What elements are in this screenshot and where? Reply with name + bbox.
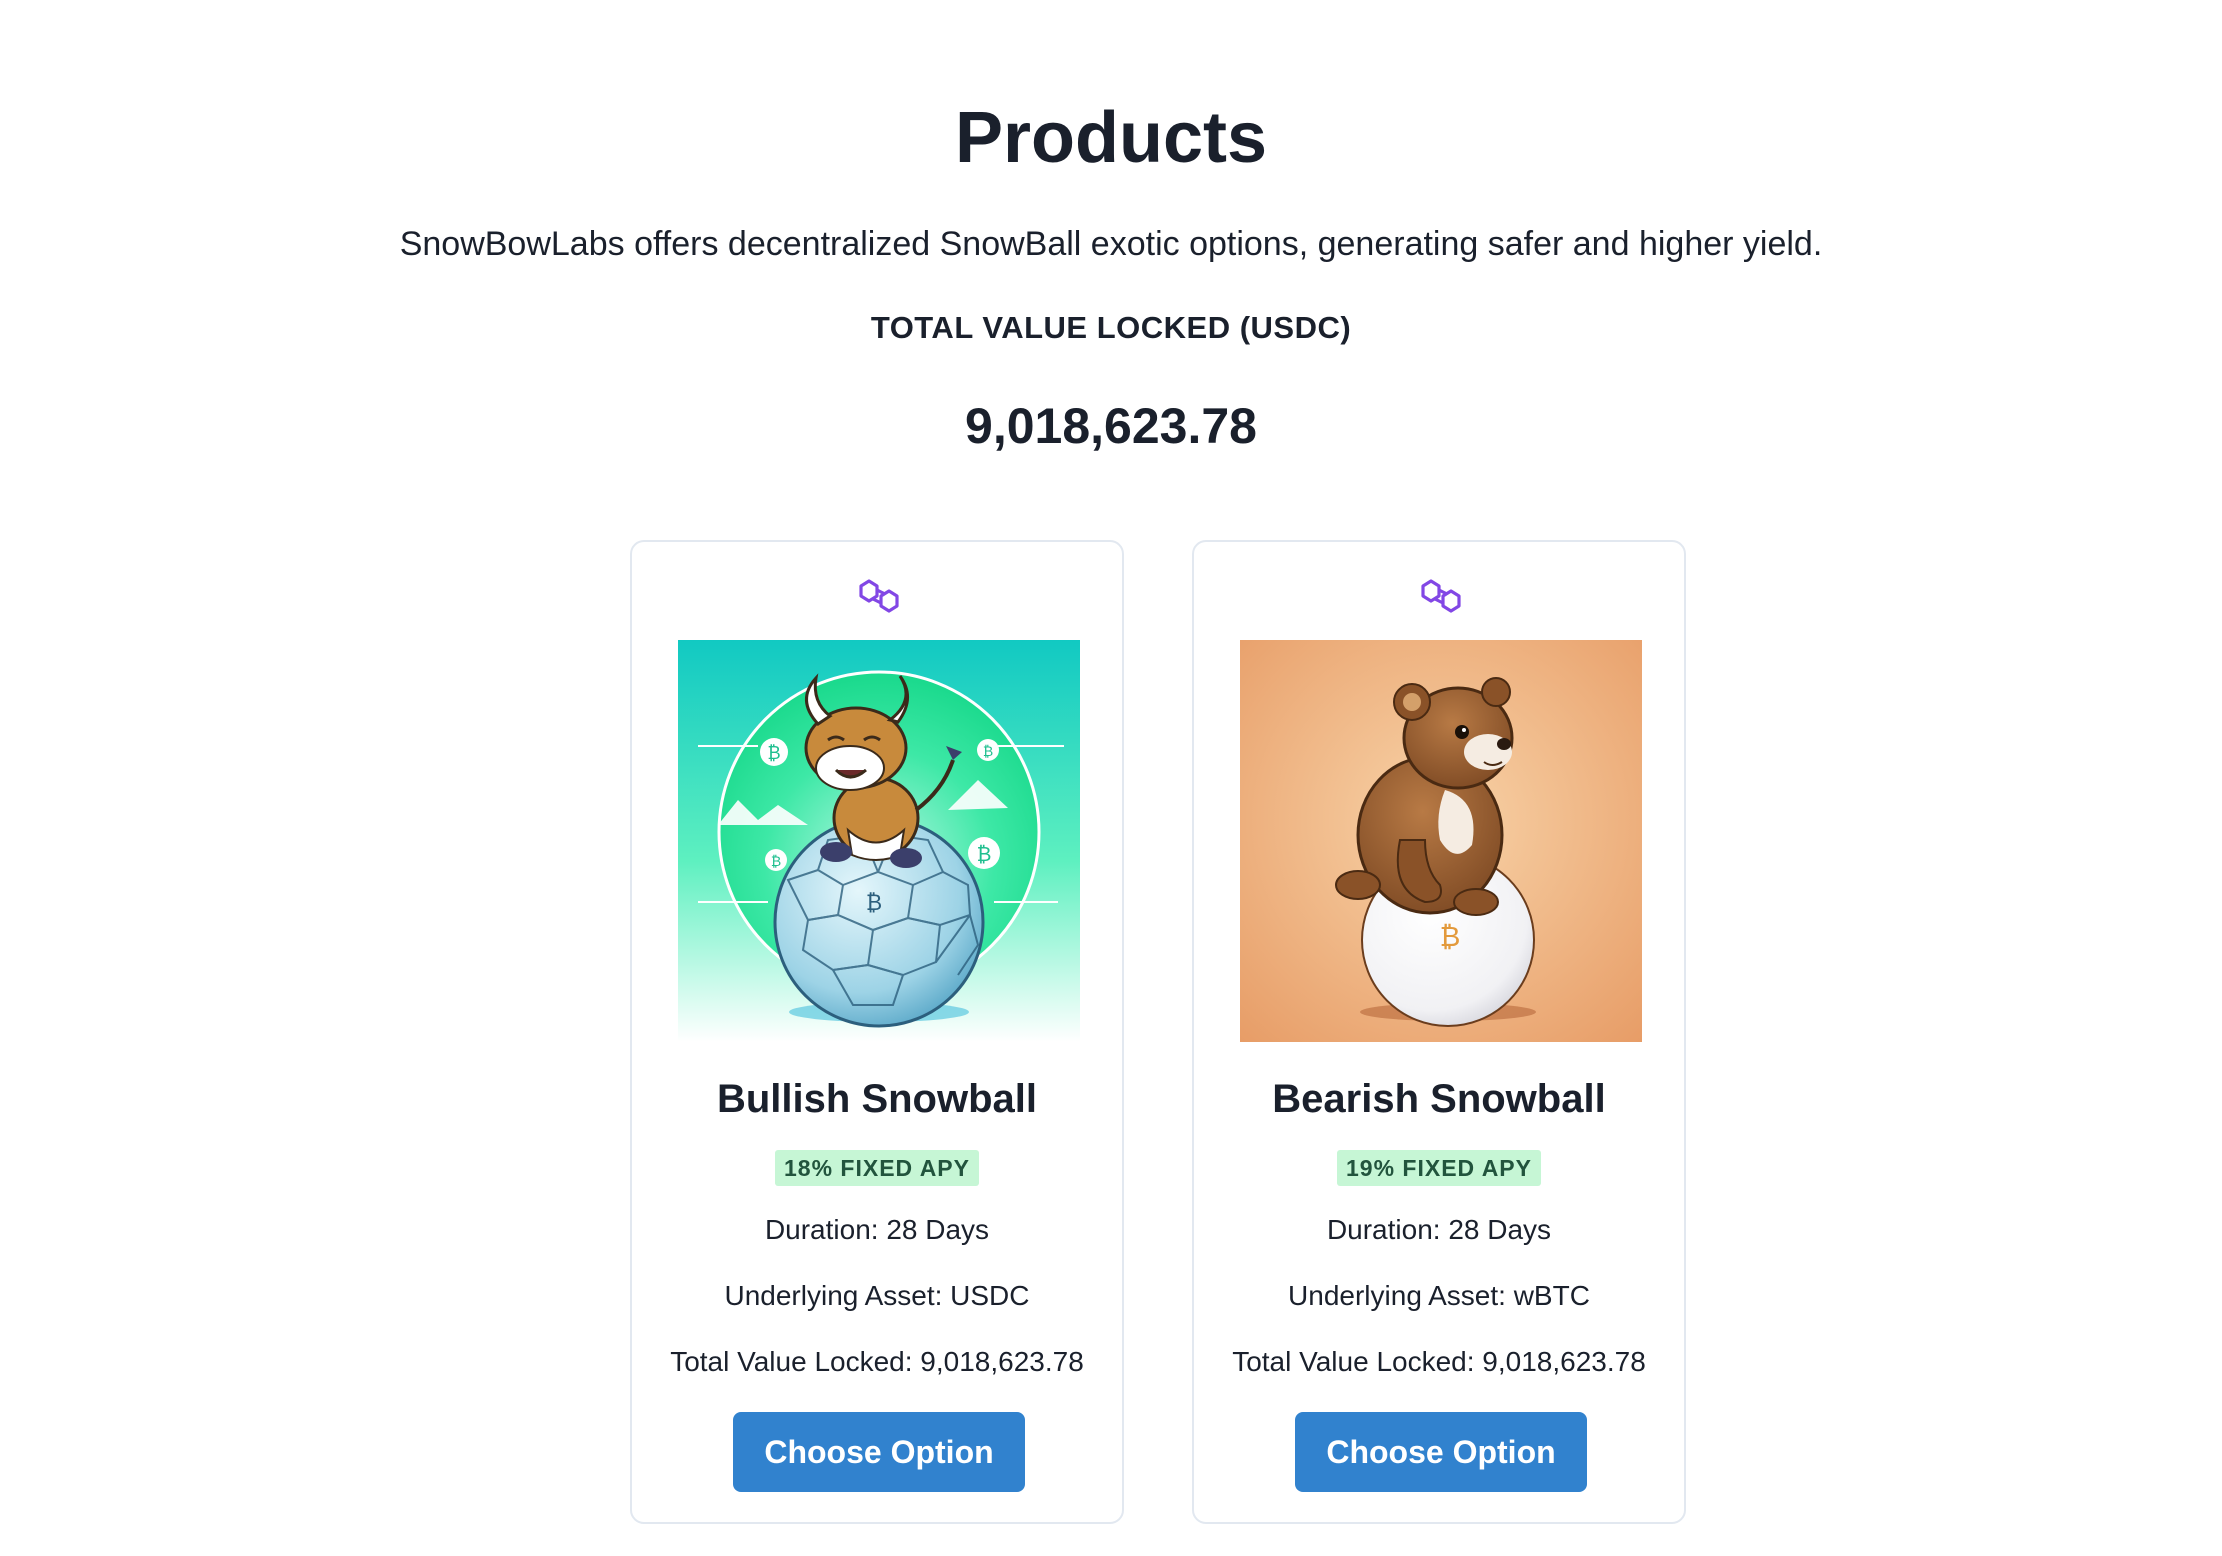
- products-header: Products SnowBowLabs offers decentralize…: [0, 0, 2222, 456]
- duration-text: Duration: 28 Days: [764, 1214, 990, 1245]
- page-title: Products: [954, 98, 1268, 178]
- svg-text:₿: ₿: [1440, 920, 1461, 953]
- apy-badge: 18% FIXED APY: [775, 1150, 979, 1186]
- apy-badge: 19% FIXED APY: [1337, 1150, 1541, 1186]
- product-cards: ₿ ₿ ₿ ₿ ₿ Bullish Snowball 18% FIXED APY…: [0, 540, 2222, 1526]
- card-title: Bearish Snowball: [1272, 1077, 1606, 1121]
- products-page: Products SnowBowLabs offers decentralize…: [0, 0, 2222, 1556]
- underlying-asset-text: Underlying Asset: wBTC: [1288, 1280, 1590, 1311]
- duration-text: Duration: 28 Days: [1326, 1214, 1552, 1245]
- tvl-label: TOTAL VALUE LOCKED (USDC): [870, 310, 1352, 345]
- polygon-icon: [1421, 579, 1461, 613]
- svg-text:₿: ₿: [983, 744, 993, 760]
- bear-on-snowball-illustration: ₿: [1240, 640, 1642, 1042]
- choose-option-button[interactable]: Choose Option: [733, 1412, 1025, 1492]
- choose-option-button[interactable]: Choose Option: [1295, 1412, 1587, 1492]
- svg-text:₿: ₿: [866, 891, 882, 916]
- product-card-bearish: ₿ Bearish Snowball 19% FIXED APY Duratio…: [1192, 540, 1686, 1524]
- svg-text:₿: ₿: [771, 854, 781, 870]
- card-tvl-text: Total Value Locked: 9,018,623.78: [670, 1346, 1084, 1377]
- tvl-value: 9,018,623.78: [965, 398, 1257, 454]
- card-title: Bullish Snowball: [716, 1077, 1038, 1121]
- product-card-bullish: ₿ ₿ ₿ ₿ ₿ Bullish Snowball 18% FIXED APY…: [630, 540, 1124, 1524]
- bull-on-snowball-illustration: ₿ ₿ ₿ ₿ ₿: [678, 640, 1080, 1042]
- page-subtitle: SnowBowLabs offers decentralized SnowBal…: [399, 225, 1823, 263]
- svg-text:₿: ₿: [767, 743, 780, 764]
- svg-text:₿: ₿: [977, 842, 992, 866]
- underlying-asset-text: Underlying Asset: USDC: [724, 1280, 1030, 1311]
- polygon-icon: [859, 579, 899, 613]
- card-tvl-text: Total Value Locked: 9,018,623.78: [1232, 1346, 1646, 1377]
